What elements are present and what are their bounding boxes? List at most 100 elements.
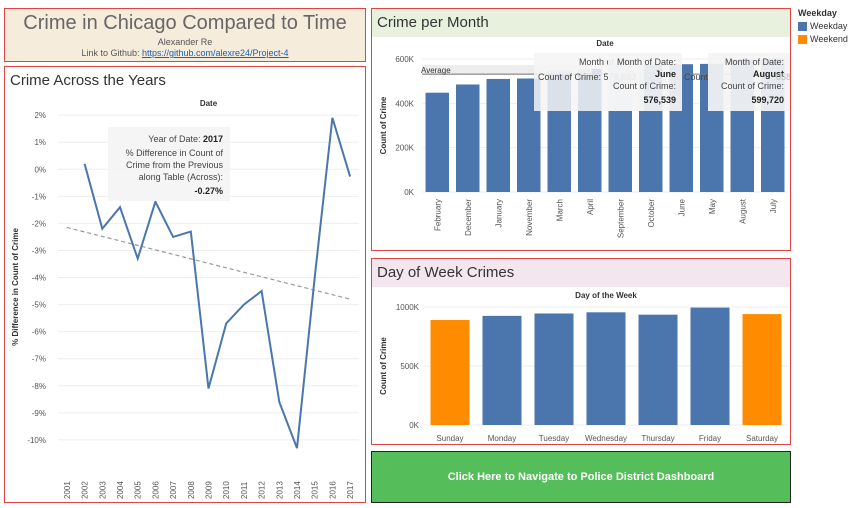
years-data-point[interactable] <box>277 400 282 405</box>
month-ytick-label: 0K <box>404 188 414 197</box>
month-tooltip-value1: June <box>655 69 676 79</box>
month-tooltip-label2: Count of Crime: <box>613 81 676 91</box>
legend-label-weekend: Weekend <box>810 34 848 44</box>
years-tooltip-line3: Crime from the Previous <box>126 160 224 170</box>
month-xtick-label: May <box>708 199 717 214</box>
years-ytick-label: 2% <box>34 111 46 120</box>
dow-xtick-label: Wednesday <box>585 434 627 443</box>
years-ytick-label: -4% <box>32 274 46 283</box>
dow-bar[interactable] <box>534 313 574 425</box>
month-bar[interactable] <box>456 84 480 192</box>
dow-bar[interactable] <box>690 307 730 425</box>
month-tooltip-value2: 576,539 <box>643 95 676 105</box>
years-tooltip: Year of Date: 2017 % Difference in Count … <box>108 127 230 201</box>
month-xtick-label: September <box>616 199 625 238</box>
dashboard-title: Crime in Chicago Compared to Time <box>23 12 347 34</box>
years-xtick-label: 2005 <box>134 481 143 499</box>
month-tooltip-label1: Month of Date: <box>725 57 784 67</box>
years-data-point[interactable] <box>188 229 193 234</box>
month-tooltip-label1: Month of Date: <box>617 57 676 67</box>
month-xtick-label: November <box>525 199 534 236</box>
years-xtick-label: 2006 <box>151 481 160 499</box>
years-data-point[interactable] <box>82 161 87 166</box>
years-xtick-label: 2011 <box>240 481 249 499</box>
month-ytick-label: 200K <box>395 144 414 153</box>
years-line-chart[interactable]: Date 2% 1% 0% -1% -2% -3% -4% -5% -6% -7% -8% -9% -10… <box>5 67 365 502</box>
years-xtick-label: 2009 <box>205 481 214 499</box>
navigate-police-district-button[interactable]: Click Here to Navigate to Police Distric… <box>371 451 791 503</box>
years-ytick-label: -9% <box>32 409 46 418</box>
years-chart-panel: Crime Across the Years Date 2% 1% 0% -1% -2% -… <box>4 66 366 503</box>
years-xtick-label: 2015 <box>311 481 320 499</box>
month-bar-chart[interactable]: Date 0K 200K 400K 600K Count of Crime February… <box>372 9 790 250</box>
years-ytick-label: -5% <box>32 301 46 310</box>
legend-item-weekday[interactable]: Weekday <box>798 21 850 31</box>
years-data-point[interactable] <box>135 256 140 261</box>
years-ytick-label: -8% <box>32 382 46 391</box>
years-data-point[interactable] <box>259 289 264 294</box>
years-ytick-label: -7% <box>32 355 46 364</box>
github-link[interactable]: https://github.com/alexre24/Project-4 <box>142 48 289 58</box>
dow-chart-header: Day of the Week <box>575 291 637 300</box>
legend-swatch-weekday <box>798 21 807 31</box>
month-ylabel: Count of Crime <box>379 96 388 154</box>
legend-swatch-weekend <box>798 34 807 44</box>
dow-bar-chart[interactable]: Day of the Week 0K 500K 1000K Count of Crime… <box>372 259 790 444</box>
month-xtick-label: August <box>738 198 747 224</box>
years-data-point[interactable] <box>330 115 335 120</box>
dow-bar[interactable] <box>742 314 782 425</box>
dow-bar[interactable] <box>638 314 678 425</box>
legend: Weekday Weekday Weekend <box>798 8 850 47</box>
dow-xtick-label: Sunday <box>436 434 463 443</box>
years-tooltip-value: -0.27% <box>194 186 223 196</box>
years-xtick-label: 2017 <box>346 481 355 499</box>
dow-bar[interactable] <box>586 312 626 425</box>
years-ytick-label: -1% <box>32 192 46 201</box>
years-xtick-label: 2016 <box>328 481 337 499</box>
dow-chart-panel: Day of Week Crimes Day of the Week 0K 500K… <box>371 258 791 445</box>
years-data-point[interactable] <box>312 275 317 280</box>
years-data-point[interactable] <box>241 302 246 307</box>
years-data-point[interactable] <box>295 446 300 451</box>
month-xtick-label: February <box>433 199 442 231</box>
legend-title: Weekday <box>798 8 837 18</box>
month-tooltip: Month of Date: June Count of Crime: 576,539 <box>608 53 682 111</box>
legend-item-weekend[interactable]: Weekend <box>798 34 850 44</box>
month-tooltip-fragment-b: 058 <box>776 72 790 82</box>
month-average-label: Average <box>421 66 451 75</box>
years-ytick-label: 1% <box>34 138 46 147</box>
years-xtick-label: 2008 <box>187 481 196 499</box>
github-line: Link to Github: https://github.com/alexr… <box>5 48 365 58</box>
dow-bar[interactable] <box>482 315 522 425</box>
years-trend-line <box>66 226 351 300</box>
month-bar[interactable] <box>425 92 449 192</box>
years-xtick-label: 2001 <box>63 481 72 499</box>
years-xtick-label: 2013 <box>275 481 284 499</box>
month-xtick-label: April <box>586 199 595 215</box>
github-link-prefix: Link to Github: <box>81 48 142 58</box>
month-xtick-label: July <box>769 199 778 213</box>
years-tooltip-line1: Year of Date: 2017 <box>148 134 223 144</box>
month-xtick-label: June <box>677 198 686 216</box>
years-xtick-label: 2014 <box>293 481 302 499</box>
dow-bar[interactable] <box>430 319 470 425</box>
title-panel: Crime in Chicago Compared to Time Alexan… <box>4 8 366 62</box>
years-ytick-label: -10% <box>27 436 46 445</box>
month-ytick-label: 600K <box>395 55 414 64</box>
month-bar[interactable] <box>486 78 510 192</box>
years-data-point[interactable] <box>100 226 105 231</box>
month-chart-panel: Crime per Month Date 0K 200K 400K 600K Count … <box>371 8 791 251</box>
years-data-point[interactable] <box>348 174 353 179</box>
legend-label-weekday: Weekday <box>810 21 848 31</box>
years-data-point[interactable] <box>224 321 229 326</box>
month-tooltip: Month of Date:AugustCount of Crime:599,7… <box>708 53 790 111</box>
years-xtick-label: 2007 <box>169 481 178 499</box>
years-data-point[interactable] <box>206 386 211 391</box>
years-data-point[interactable] <box>171 234 176 239</box>
years-xtick-label: 2003 <box>98 481 107 499</box>
years-data-point[interactable] <box>117 205 122 210</box>
years-chart-header: Date <box>200 99 218 108</box>
dow-xtick-label: Monday <box>488 434 516 443</box>
dow-ylabel: Count of Crime <box>379 337 388 395</box>
author-name: Alexander Re <box>157 37 213 47</box>
